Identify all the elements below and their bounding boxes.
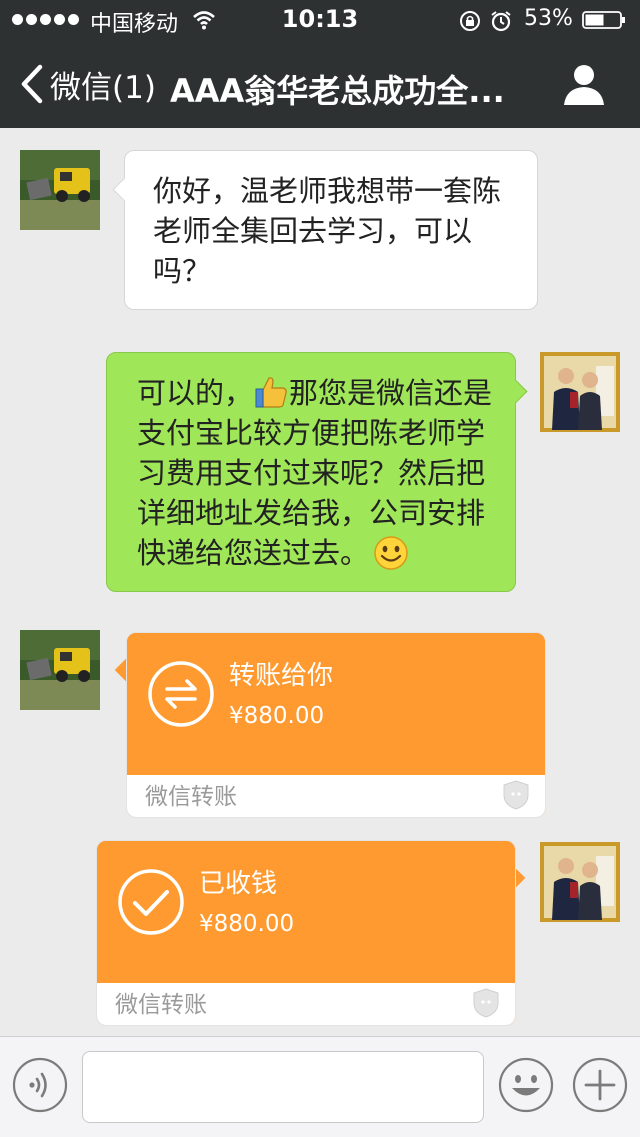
back-button[interactable]: 微信(1) xyxy=(18,62,156,106)
message-input[interactable] xyxy=(82,1051,484,1123)
chat-title: AAA翁华老总成功全... xyxy=(170,72,505,110)
thumbs-up-icon xyxy=(255,377,287,408)
transfer-footer: 微信转账 xyxy=(145,784,237,810)
chevron-left-icon xyxy=(21,64,43,104)
transfer-card-incoming[interactable]: 转账给你 ¥880.00 微信转账 xyxy=(126,632,546,818)
transfer-arrows-icon xyxy=(148,661,214,727)
jeep-avatar-image xyxy=(20,150,100,230)
my-avatar[interactable] xyxy=(540,842,620,922)
plus-icon[interactable] xyxy=(572,1057,628,1113)
contact-avatar[interactable] xyxy=(20,150,100,230)
top-bar: 中国移动 10:13 53% 微信(1) AAA翁华老总成功全... xyxy=(0,0,640,128)
back-label: 微信(1) xyxy=(50,69,156,106)
battery-icon xyxy=(582,11,625,29)
jeep-avatar-image xyxy=(20,630,100,710)
checkmark-icon xyxy=(118,869,184,935)
voice-icon[interactable] xyxy=(12,1057,68,1113)
men-avatar-image xyxy=(540,352,620,432)
my-avatar[interactable] xyxy=(540,352,620,432)
transfer-footer: 微信转账 xyxy=(115,992,207,1018)
message-bubble-outgoing[interactable]: 可以的， 那您是微信还是支付宝比较方便把陈老师学习费用支付过来呢？然后把详细地址… xyxy=(106,352,528,592)
nav-bar: 微信(1) AAA翁华老总成功全... xyxy=(0,40,640,128)
battery-percent: 53% xyxy=(524,6,573,31)
message-text: 你好，温老师我想带一套陈老师全集回去学习，可以吗？ xyxy=(153,174,502,288)
message-text: 可以的， 那您是微信还是支付宝比较方便把陈老师学习费用支付过来呢？然后把详细地址… xyxy=(137,373,497,573)
status-bar: 中国移动 10:13 53% xyxy=(0,0,640,40)
transfer-title: 已收钱 xyxy=(199,869,278,899)
emoji-icon[interactable] xyxy=(498,1057,554,1113)
rotation-lock-icon xyxy=(460,11,480,31)
shield-icon xyxy=(473,988,499,1018)
shield-icon xyxy=(503,780,529,810)
person-icon[interactable] xyxy=(560,62,608,106)
alarm-icon xyxy=(491,11,511,32)
message-bubble-incoming[interactable]: 你好，温老师我想带一套陈老师全集回去学习，可以吗？ xyxy=(112,150,538,310)
contact-avatar[interactable] xyxy=(20,630,100,710)
input-bar xyxy=(0,1036,640,1137)
men-avatar-image xyxy=(540,842,620,922)
transfer-amount: ¥880.00 xyxy=(199,911,295,937)
message-text-start: 可以的， xyxy=(137,376,254,410)
transfer-amount: ¥880.00 xyxy=(229,703,325,729)
transfer-title: 转账给你 xyxy=(229,661,334,691)
transfer-card-received[interactable]: 已收钱 ¥880.00 微信转账 xyxy=(96,840,516,1026)
smile-icon xyxy=(374,536,408,570)
